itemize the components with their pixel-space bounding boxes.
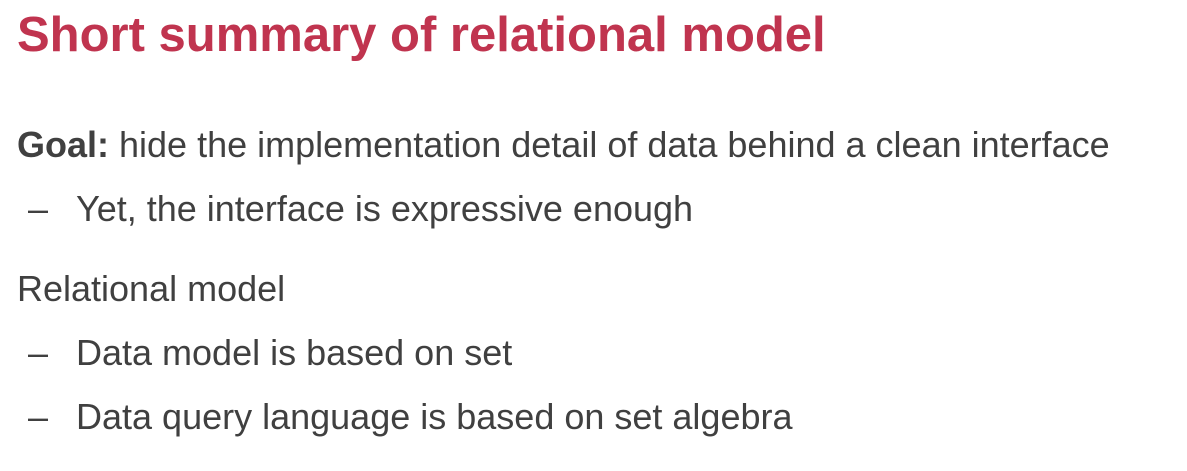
goal-text: hide the implementation detail of data b… [109,124,1110,165]
goal-paragraph: Goal: hide the implementation detail of … [17,123,1110,167]
goal-bullet-text: Yet, the interface is expressive enough [76,188,694,229]
slide-title: Short summary of relational model [17,8,826,62]
relational-bullet: – Data model is based on set [28,331,512,375]
dash-marker: – [28,188,49,229]
goal-bullet: – Yet, the interface is expressive enough [28,187,693,231]
dash-marker: – [28,332,49,373]
relational-bullet: – Data query language is based on set alg… [28,395,793,439]
relational-bullet-text: Data model is based on set [76,332,513,373]
relational-paragraph: Relational model [17,268,286,309]
dash-marker: – [28,396,49,437]
goal-label: Goal: [17,124,110,165]
relational-bullet-text: Data query language is based on set alge… [76,396,793,437]
